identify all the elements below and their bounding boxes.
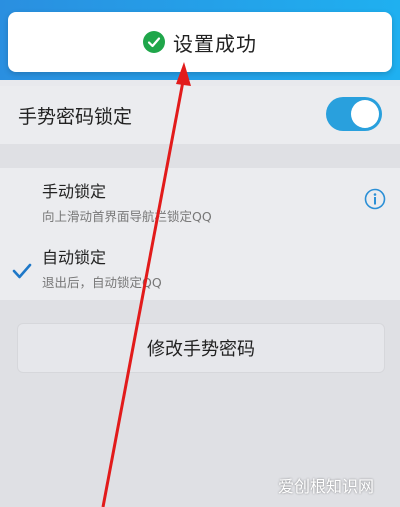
check-circle-icon (143, 31, 165, 53)
toggle-knob (351, 100, 379, 128)
watermark-text: 爱创根知识网 (277, 477, 374, 496)
lock-options-list: 手动锁定 向上滑动首界面导航栏锁定QQ 自动锁定 退出后，自动锁定QQ (0, 168, 400, 300)
option-auto-lock[interactable]: 自动锁定 退出后，自动锁定QQ (0, 234, 400, 300)
gesture-lock-label: 手势密码锁定 (18, 105, 133, 128)
gesture-lock-toggle[interactable] (326, 97, 382, 131)
checkmark-icon (12, 262, 32, 280)
option-subtitle: 退出后，自动锁定QQ (42, 275, 162, 290)
change-gesture-password-button[interactable]: 修改手势密码 (17, 323, 385, 373)
option-manual-lock[interactable]: 手动锁定 向上滑动首界面导航栏锁定QQ (0, 168, 400, 234)
option-subtitle: 向上滑动首界面导航栏锁定QQ (42, 209, 212, 224)
info-icon[interactable] (364, 188, 386, 210)
section-divider (0, 144, 400, 168)
toast-text: 设置成功 (173, 31, 257, 56)
option-title: 自动锁定 (42, 248, 107, 267)
success-toast: 设置成功 (8, 12, 392, 72)
gesture-lock-row: 手势密码锁定 (0, 86, 400, 144)
option-title: 手动锁定 (42, 182, 107, 201)
